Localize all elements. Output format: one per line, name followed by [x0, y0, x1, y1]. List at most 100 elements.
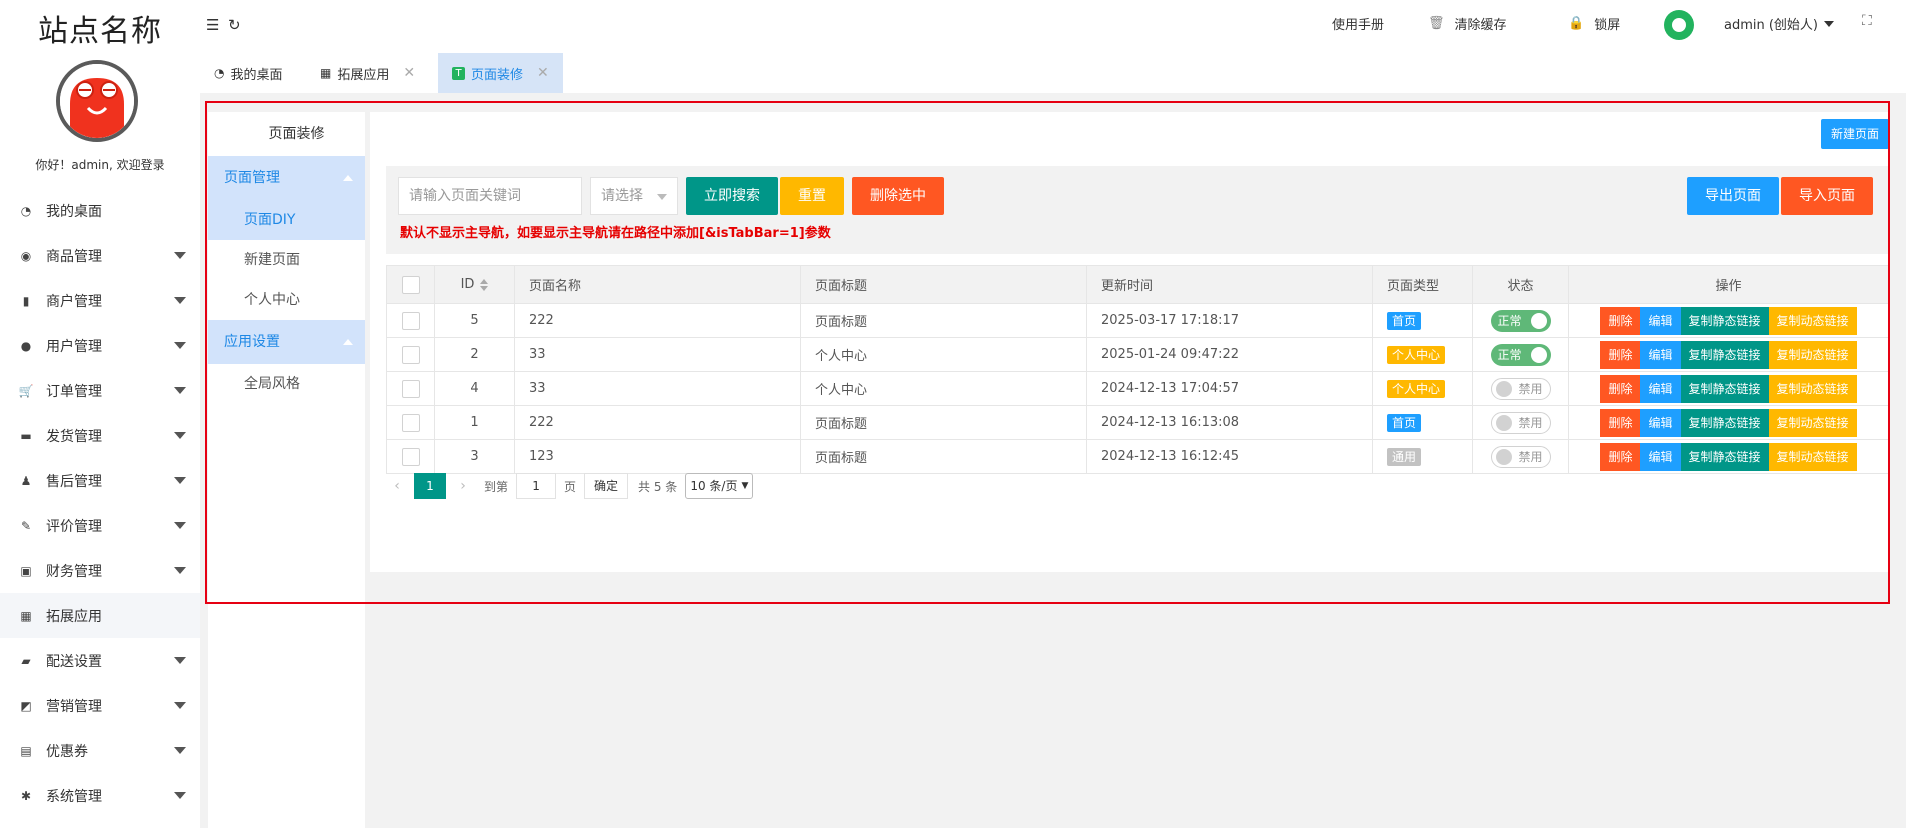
- sidebar-item-6[interactable]: ♟ 售后管理: [0, 458, 200, 503]
- next-page-icon[interactable]: ›: [452, 478, 474, 494]
- copy-static-link-button[interactable]: 复制静态链接: [1680, 408, 1769, 437]
- lock-link[interactable]: 🔒 锁屏: [1568, 14, 1620, 33]
- subnav-item-global-style[interactable]: 全局风格: [208, 364, 365, 404]
- type-badge: 个人中心: [1387, 379, 1446, 398]
- goto-confirm-button[interactable]: 确定: [584, 473, 629, 499]
- cell-ops: 删除 编辑 复制静态链接 复制动态链接: [1568, 371, 1889, 406]
- edit-button[interactable]: 编辑: [1640, 408, 1681, 437]
- clear-cache-link[interactable]: 🗑 清除缓存: [1428, 14, 1507, 33]
- edit-button[interactable]: 编辑: [1640, 374, 1681, 403]
- sidebar-item-10[interactable]: ▰ 配送设置: [0, 638, 200, 683]
- refresh-icon[interactable]: ↻: [228, 16, 241, 34]
- cell-name: 222: [514, 405, 801, 440]
- delete-button[interactable]: 删除: [1600, 306, 1641, 335]
- page-unit-label: 页: [564, 479, 577, 494]
- delete-button[interactable]: 删除: [1600, 442, 1641, 471]
- prev-page-icon[interactable]: ‹: [386, 478, 408, 494]
- subnav-group-page-manage[interactable]: 页面管理: [208, 156, 365, 200]
- sidebar-item-9[interactable]: ▦ 拓展应用: [0, 593, 200, 638]
- col-id[interactable]: ID: [434, 265, 515, 304]
- avatar[interactable]: [56, 60, 138, 142]
- new-page-button[interactable]: 新建页面: [1820, 119, 1889, 149]
- cell-id: 4: [434, 371, 515, 406]
- copy-dynamic-link-button[interactable]: 复制动态链接: [1768, 306, 1857, 335]
- row-checkbox[interactable]: [401, 379, 420, 398]
- status-label: 禁用: [1518, 381, 1543, 396]
- copy-dynamic-link-button[interactable]: 复制动态链接: [1768, 340, 1857, 369]
- sidebar-item-4[interactable]: 🛒 订单管理: [0, 368, 200, 413]
- delete-selected-button[interactable]: 删除选中: [852, 177, 944, 215]
- copy-static-link-button[interactable]: 复制静态链接: [1680, 442, 1769, 471]
- sidebar-item-7[interactable]: ✎ 评价管理: [0, 503, 200, 548]
- user-menu[interactable]: admin (创始人): [1724, 14, 1835, 33]
- cell-status: 正常: [1472, 303, 1569, 338]
- copy-static-link-button[interactable]: 复制静态链接: [1680, 306, 1769, 335]
- copy-static-link-button[interactable]: 复制静态链接: [1680, 374, 1769, 403]
- edit-button[interactable]: 编辑: [1640, 442, 1681, 471]
- user-avatar-icon[interactable]: [1664, 10, 1694, 40]
- row-checkbox[interactable]: [401, 311, 420, 330]
- sidebar-item-3[interactable]: ● 用户管理: [0, 323, 200, 368]
- copy-static-link-button[interactable]: 复制静态链接: [1680, 340, 1769, 369]
- status-toggle[interactable]: 禁用: [1490, 411, 1551, 434]
- import-button[interactable]: 导入页面: [1781, 177, 1873, 215]
- goto-page-input[interactable]: 1: [516, 473, 557, 499]
- copy-dynamic-link-button[interactable]: 复制动态链接: [1768, 374, 1857, 403]
- fullscreen-icon[interactable]: ⛶: [1862, 13, 1872, 29]
- sidebar-item-13[interactable]: ✱ 系统管理: [0, 773, 200, 818]
- col-title: 页面标题: [800, 265, 1087, 304]
- delete-button[interactable]: 删除: [1600, 408, 1641, 437]
- tab-extensions[interactable]: ▦ 拓展应用 ✕: [306, 53, 429, 93]
- row-checkbox[interactable]: [401, 345, 420, 364]
- menu-toggle-icon[interactable]: ☰: [206, 16, 219, 34]
- row-checkbox[interactable]: [401, 447, 420, 466]
- status-toggle[interactable]: 正常: [1490, 309, 1551, 332]
- manual-link[interactable]: 使用手册: [1332, 14, 1384, 33]
- subnav-item-personal-center[interactable]: 个人中心: [208, 280, 365, 320]
- sidebar-item-11[interactable]: ◩ 营销管理: [0, 683, 200, 728]
- cell-status: 禁用: [1472, 405, 1569, 440]
- clear-cache-label: 清除缓存: [1454, 18, 1507, 33]
- select-all-checkbox[interactable]: [401, 275, 420, 294]
- copy-dynamic-link-button[interactable]: 复制动态链接: [1768, 442, 1857, 471]
- cell-name: 123: [514, 439, 801, 474]
- tab-page-decorate[interactable]: T 页面装修 ✕: [438, 53, 563, 93]
- delete-button[interactable]: 删除: [1600, 374, 1641, 403]
- current-page[interactable]: 1: [414, 473, 446, 499]
- sidebar-item-1[interactable]: ◉ 商品管理: [0, 233, 200, 278]
- subnav-item-page-diy[interactable]: 页面DIY: [208, 200, 365, 240]
- chevron-down-icon: [657, 194, 667, 200]
- sidebar-item-0[interactable]: ◔ 我的桌面: [0, 188, 200, 233]
- status-toggle[interactable]: 正常: [1490, 343, 1551, 366]
- search-input[interactable]: 请输入页面关键词: [398, 177, 582, 215]
- search-button[interactable]: 立即搜索: [686, 177, 778, 215]
- subnav-group-app-settings[interactable]: 应用设置: [208, 320, 365, 364]
- reset-button[interactable]: 重置: [780, 177, 844, 215]
- sidebar-item-2[interactable]: ▮ 商户管理: [0, 278, 200, 323]
- delete-button[interactable]: 删除: [1600, 340, 1641, 369]
- sort-icon[interactable]: [480, 278, 489, 291]
- apps-icon: ▦: [20, 608, 32, 623]
- export-button[interactable]: 导出页面: [1687, 177, 1779, 215]
- edit-button[interactable]: 编辑: [1640, 340, 1681, 369]
- truck-icon: ▬: [20, 428, 32, 443]
- status-toggle[interactable]: 禁用: [1490, 445, 1551, 468]
- row-checkbox[interactable]: [401, 413, 420, 432]
- close-icon[interactable]: ✕: [403, 65, 415, 81]
- sidebar-item-8[interactable]: ▣ 财务管理: [0, 548, 200, 593]
- type-badge: 通用: [1387, 447, 1422, 466]
- sidebar-item-5[interactable]: ▬ 发货管理: [0, 413, 200, 458]
- cell-ops: 删除 编辑 复制静态链接 复制动态链接: [1568, 439, 1889, 474]
- type-select[interactable]: 请选择: [590, 177, 678, 215]
- subnav-group-label: 页面管理: [224, 170, 280, 186]
- close-icon[interactable]: ✕: [537, 65, 549, 81]
- copy-dynamic-link-button[interactable]: 复制动态链接: [1768, 408, 1857, 437]
- status-toggle[interactable]: 禁用: [1490, 377, 1551, 400]
- sidebar-item-12[interactable]: ▤ 优惠券: [0, 728, 200, 773]
- subnav-item-new-page[interactable]: 新建页面: [208, 240, 365, 280]
- per-page-select[interactable]: 10 条/页 ▼: [685, 473, 754, 499]
- tab-desktop[interactable]: ◔ 我的桌面: [200, 53, 297, 93]
- cell-updated: 2024-12-13 17:04:57: [1086, 371, 1373, 406]
- cell-type: 个人中心: [1372, 371, 1473, 406]
- edit-button[interactable]: 编辑: [1640, 306, 1681, 335]
